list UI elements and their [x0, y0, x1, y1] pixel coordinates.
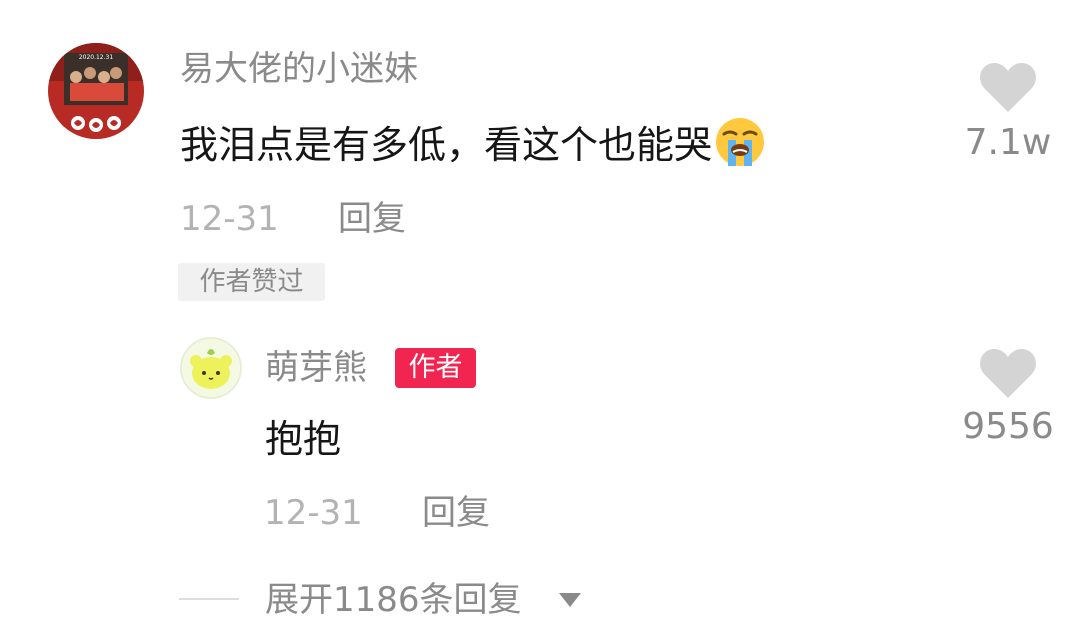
avatar-banner-text: 2020.12.31 — [79, 54, 114, 61]
avatar[interactable]: 2020.12.31 — [48, 43, 144, 139]
triangle-down-icon[interactable] — [558, 592, 582, 608]
comment-date: 12-31 — [180, 199, 279, 239]
heart-icon[interactable] — [979, 348, 1037, 400]
comment-username[interactable]: 易大佬的小迷妹 — [180, 49, 418, 89]
loudly-crying-face-icon — [716, 118, 765, 166]
avatar-image — [180, 337, 242, 399]
reply-username[interactable]: 萌芽熊 — [265, 348, 367, 388]
author-badge: 作者 — [395, 348, 476, 388]
divider-line — [179, 598, 239, 600]
author-liked-badge: 作者赞过 — [178, 263, 325, 301]
like-count: 9556 — [962, 406, 1054, 447]
reply-button[interactable]: 回复 — [422, 493, 490, 533]
avatar[interactable] — [180, 337, 242, 399]
expand-replies-button[interactable]: 展开1186条回复 — [265, 580, 522, 620]
reply-date: 12-31 — [264, 493, 363, 533]
comment-text-content: 我泪点是有多低，看这个也能哭 — [180, 123, 713, 167]
like-count: 7.1w — [964, 122, 1052, 163]
reply-text: 抱抱 — [265, 417, 342, 461]
reply-button[interactable]: 回复 — [338, 199, 406, 239]
avatar-image: 2020.12.31 — [48, 43, 144, 139]
heart-icon[interactable] — [979, 62, 1037, 114]
comment-text: 我泪点是有多低，看这个也能哭 — [180, 116, 766, 168]
